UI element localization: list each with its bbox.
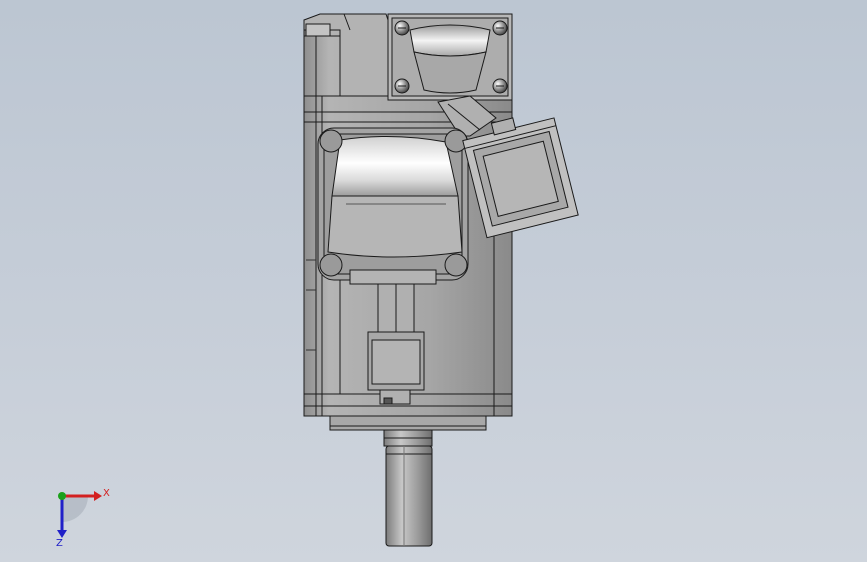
triad-plane-icon bbox=[62, 496, 88, 522]
z-axis-label: Z bbox=[56, 538, 63, 548]
x-axis-label: X bbox=[103, 488, 110, 499]
graphics-viewport[interactable]: X Z bbox=[0, 0, 867, 562]
x-axis-arrowhead bbox=[94, 491, 102, 501]
orientation-triad: X Z bbox=[56, 488, 110, 548]
servo-motor-model[interactable] bbox=[0, 0, 867, 562]
motor-body bbox=[303, 13, 579, 547]
z-axis-arrowhead bbox=[57, 530, 67, 538]
y-axis-point bbox=[58, 492, 66, 500]
